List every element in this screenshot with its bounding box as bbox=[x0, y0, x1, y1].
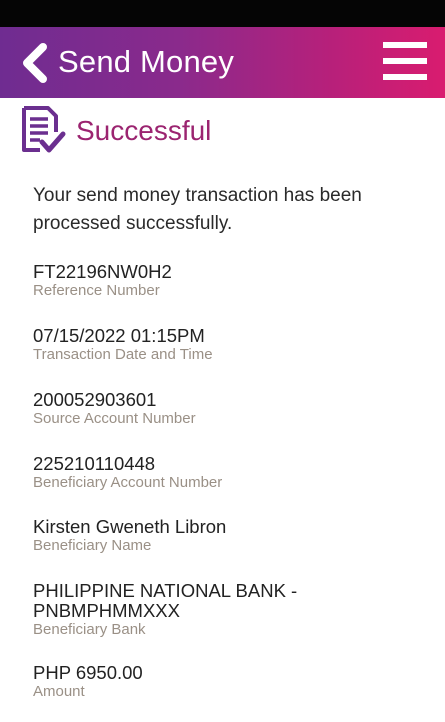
transaction-datetime-value: 07/15/2022 01:15PM bbox=[33, 325, 205, 346]
beneficiary-account-label: Beneficiary Account Number bbox=[33, 474, 223, 491]
beneficiary-name-label: Beneficiary Name bbox=[33, 537, 152, 554]
document-check-icon bbox=[22, 106, 66, 153]
source-account-field: 200052903601 Source Account Number bbox=[33, 390, 423, 428]
beneficiary-bank-field: PHILIPPINE NATIONAL BANK - PNBMPHMMXXX B… bbox=[33, 581, 423, 639]
success-status: Successful bbox=[18, 104, 211, 158]
reference-number-field: FT22196NW0H2 Reference Number bbox=[33, 262, 423, 300]
success-title: Successful bbox=[76, 115, 212, 146]
source-account-value: 200052903601 bbox=[33, 389, 157, 410]
hamburger-menu-icon bbox=[383, 42, 427, 48]
source-account-label: Source Account Number bbox=[33, 410, 196, 427]
beneficiary-account-field: 225210110448 Beneficiary Account Number bbox=[33, 454, 423, 492]
menu-button[interactable] bbox=[383, 42, 427, 80]
transaction-datetime-label: Transaction Date and Time bbox=[33, 346, 213, 363]
beneficiary-name-value: Kirsten Gweneth Libron bbox=[33, 516, 227, 537]
amount-field: PHP 6950.00 Amount bbox=[33, 663, 423, 701]
beneficiary-name-field: Kirsten Gweneth Libron Beneficiary Name bbox=[33, 517, 423, 555]
back-button[interactable] bbox=[14, 41, 54, 85]
reference-number-label: Reference Number bbox=[33, 282, 160, 299]
beneficiary-bank-value: PHILIPPINE NATIONAL BANK - PNBMPHMMXXX bbox=[33, 580, 298, 621]
beneficiary-account-value: 225210110448 bbox=[33, 453, 156, 474]
amount-value: PHP 6950.00 bbox=[33, 662, 143, 683]
reference-number-value: FT22196NW0H2 bbox=[33, 261, 172, 282]
chevron-left-icon bbox=[23, 43, 47, 83]
beneficiary-bank-label: Beneficiary Bank bbox=[33, 621, 146, 638]
confirmation-message: Your send money transaction has been pro… bbox=[33, 185, 362, 234]
page-title: Send Money bbox=[58, 44, 235, 79]
app-header: Send Money bbox=[0, 27, 445, 98]
transaction-datetime-field: 07/15/2022 01:15PM Transaction Date and … bbox=[33, 326, 423, 364]
status-bar bbox=[0, 0, 445, 27]
amount-label: Amount bbox=[33, 683, 85, 700]
